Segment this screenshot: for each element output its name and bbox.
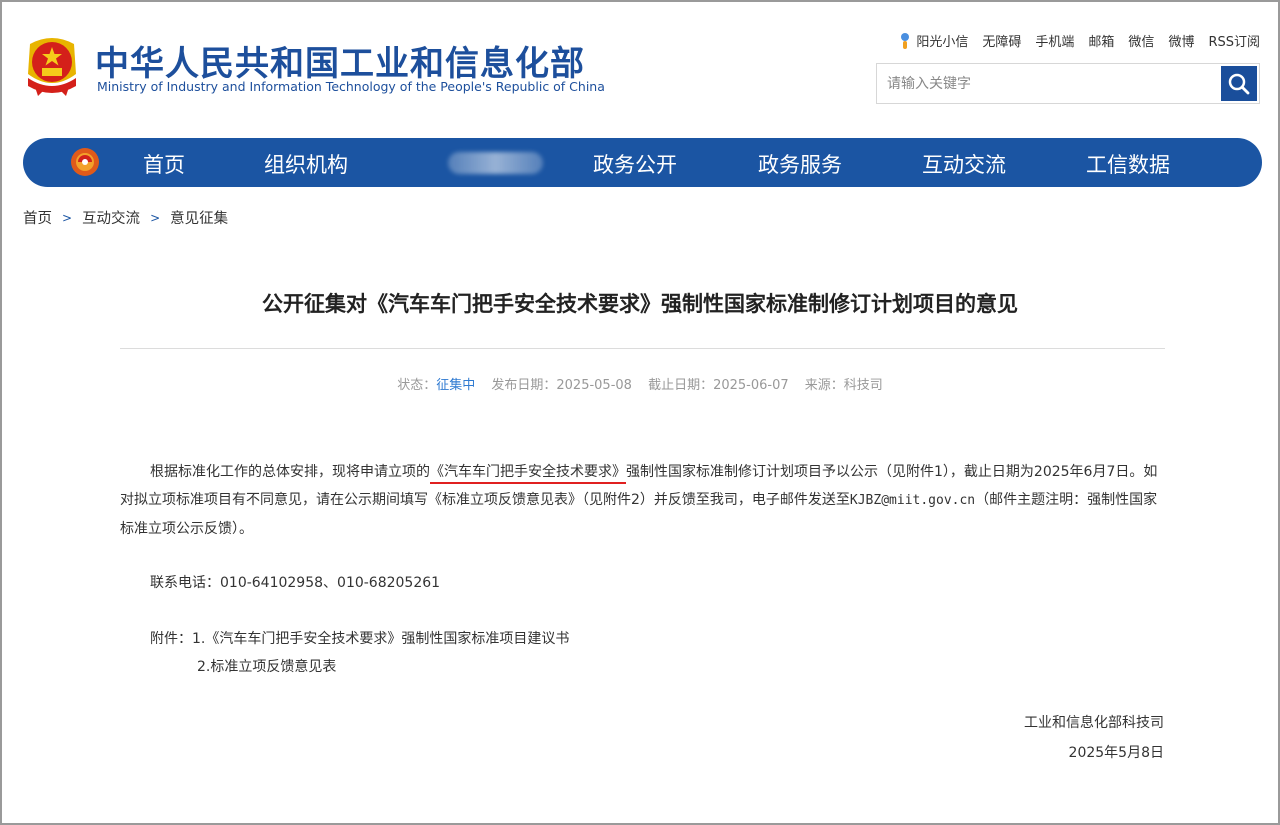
search-input[interactable] — [877, 64, 1222, 103]
top-links: 阳光小信 无障碍 手机端 邮箱 微信 微博 RSS订阅 — [898, 31, 1260, 50]
toplink-accessibility[interactable]: 无障碍 — [982, 31, 1021, 50]
article-paragraph: 根据标准化工作的总体安排，现将申请立项的《汽车车门把手安全技术要求》强制性国家标… — [120, 458, 1170, 543]
breadcrumb-consultation[interactable]: 意见征集 — [170, 207, 228, 228]
breadcrumb-home[interactable]: 首页 — [23, 207, 52, 228]
nav-government-services[interactable]: 政务服务 — [758, 149, 842, 179]
status: 状态：征集中 — [397, 378, 475, 393]
toplink-sunshine[interactable]: 阳光小信 — [898, 31, 968, 50]
deadline-date: 截止日期：2025-06-07 — [648, 378, 789, 393]
toplink-label: 阳光小信 — [916, 35, 969, 50]
highlighted-standard-name: 《汽车车门把手安全技术要求》 — [430, 464, 626, 484]
site-title[interactable]: 中华人民共和国工业和信息化部 — [95, 36, 585, 85]
nav-item-obscured[interactable] — [448, 152, 543, 174]
miit-logo-icon[interactable] — [69, 146, 101, 178]
sunshine-mascot-icon — [901, 32, 910, 49]
source: 来源：科技司 — [804, 378, 883, 393]
nav-organization[interactable]: 组织机构 — [264, 149, 348, 179]
status-value: 征集中 — [436, 378, 476, 393]
article-meta: 状态：征集中 发布日期：2025-05-08 截止日期：2025-06-07 来… — [0, 374, 1280, 393]
search-box — [876, 63, 1260, 104]
nav-interaction[interactable]: 互动交流 — [922, 149, 1006, 179]
national-emblem-icon — [22, 34, 82, 98]
signature-date: 2025年5月8日 — [1068, 745, 1164, 761]
contact-phone: 联系电话：010-64102958、010-68205261 — [150, 575, 441, 591]
article-title: 公开征集对《汽车车门把手安全技术要求》强制性国家标准制修订计划项目的意见 — [262, 292, 1018, 316]
toplink-wechat[interactable]: 微信 — [1128, 31, 1154, 50]
paragraph-text: 根据标准化工作的总体安排，现将申请立项的 — [150, 464, 430, 480]
breadcrumb: 首页 > 互动交流 > 意见征集 — [23, 207, 228, 228]
chevron-right-icon: > — [150, 210, 161, 225]
search-button[interactable] — [1221, 66, 1257, 101]
breadcrumb-interaction[interactable]: 互动交流 — [82, 207, 140, 228]
signature-org: 工业和信息化部科技司 — [1024, 715, 1164, 731]
toplink-weibo[interactable]: 微博 — [1168, 31, 1194, 50]
main-nav: 首页 组织机构 政务公开 政务服务 互动交流 工信数据 — [23, 138, 1262, 187]
signature: 工业和信息化部科技司 2025年5月8日 — [1024, 708, 1164, 768]
toplink-mail[interactable]: 邮箱 — [1088, 31, 1114, 50]
search-icon — [1228, 73, 1250, 94]
nav-data[interactable]: 工信数据 — [1086, 149, 1170, 179]
divider — [120, 348, 1165, 349]
attachment-1-link[interactable]: 附件：1.《汽车车门把手安全技术要求》强制性国家标准项目建议书 — [150, 625, 1050, 653]
site-subtitle-en: Ministry of Industry and Information Tec… — [97, 79, 605, 94]
chevron-right-icon: > — [62, 210, 73, 225]
publish-date: 发布日期：2025-05-08 — [491, 378, 632, 393]
toplink-mobile[interactable]: 手机端 — [1035, 31, 1074, 50]
status-label: 状态： — [397, 378, 437, 393]
attachment-2-link[interactable]: 2.标准立项反馈意见表 — [197, 653, 1097, 681]
page-frame — [0, 0, 1280, 825]
nav-government-affairs[interactable]: 政务公开 — [593, 149, 677, 179]
email-address[interactable]: KJBZ@miit.gov.cn — [850, 493, 975, 508]
toplink-rss[interactable]: RSS订阅 — [1208, 31, 1260, 50]
nav-home[interactable]: 首页 — [143, 149, 185, 179]
